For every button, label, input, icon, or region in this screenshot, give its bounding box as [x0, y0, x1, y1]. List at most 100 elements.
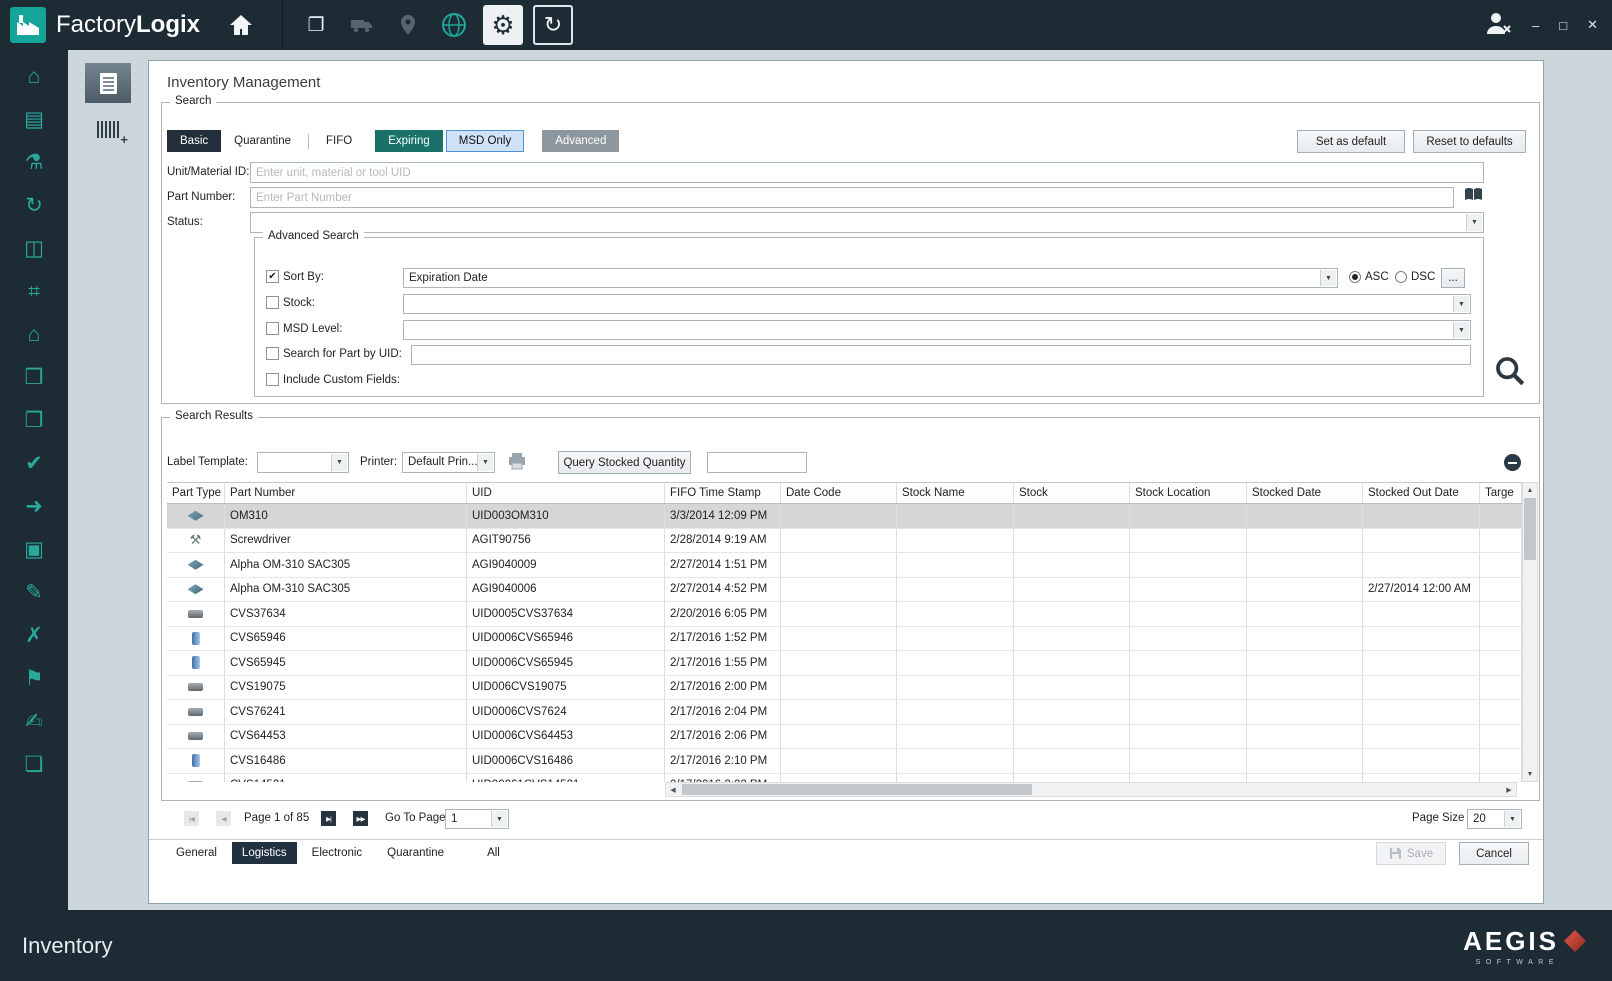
materials-icon[interactable]: ▤: [11, 103, 57, 136]
logout-user-icon[interactable]: [1484, 10, 1512, 41]
column-header[interactable]: UID: [467, 483, 665, 503]
column-header[interactable]: Stocked Out Date: [1363, 483, 1480, 503]
msd-level-select[interactable]: [403, 320, 1471, 340]
scroll-left-icon[interactable]: ◀: [666, 783, 680, 796]
go-to-page-select[interactable]: 1: [445, 809, 509, 829]
table-row[interactable]: OM310 UID003OM310 3/3/2014 12:09 PM: [167, 504, 1522, 529]
column-header[interactable]: Stock Location: [1130, 483, 1247, 503]
print-icon[interactable]: [507, 452, 527, 475]
cancel-button[interactable]: Cancel: [1459, 842, 1529, 865]
search-magnifier-button[interactable]: [1492, 353, 1528, 389]
printer-select[interactable]: Default Prin...: [402, 452, 495, 473]
table-row[interactable]: CVS16486 UID0006CVS16486 2/17/2016 2:10 …: [167, 749, 1522, 774]
label-template-select[interactable]: [257, 452, 349, 473]
part-lookup-icon[interactable]: [1464, 187, 1483, 208]
prev-page-button[interactable]: ◀: [216, 811, 231, 826]
dsc-radio[interactable]: [1395, 271, 1407, 283]
process-icon[interactable]: ⚗: [11, 146, 57, 179]
column-header[interactable]: Part Number: [225, 483, 467, 503]
table-row[interactable]: CVS76241 UID0006CVS7624 2/17/2016 2:04 P…: [167, 700, 1522, 725]
verify-icon[interactable]: ✔: [11, 447, 57, 480]
asc-radio[interactable]: [1349, 271, 1361, 283]
monitor-icon[interactable]: ◫: [11, 232, 57, 265]
history-refresh-icon[interactable]: ↻: [533, 5, 574, 45]
home-button[interactable]: [228, 13, 254, 37]
library-icon[interactable]: ❒: [11, 361, 57, 394]
column-header[interactable]: Part Type: [167, 483, 225, 503]
save-button[interactable]: Save: [1376, 842, 1446, 865]
scroll-up-icon[interactable]: ▲: [1523, 483, 1537, 497]
import-icon[interactable]: ➜: [11, 490, 57, 523]
badge-icon[interactable]: ▣: [11, 533, 57, 566]
tab-quarantine[interactable]: Quarantine: [221, 130, 304, 152]
tag-icon[interactable]: ⚑: [11, 662, 57, 695]
column-header[interactable]: Stock: [1014, 483, 1130, 503]
settings-gear-icon[interactable]: ⚙: [483, 5, 524, 45]
reports-icon[interactable]: ❏: [11, 748, 57, 781]
barcode-add-button[interactable]: [85, 109, 131, 149]
tab-divider[interactable]: [308, 133, 310, 149]
tab-quarantine-results[interactable]: Quarantine: [377, 842, 454, 864]
status-select[interactable]: [250, 212, 1484, 233]
warehouse-icon[interactable]: ⌂: [11, 318, 57, 351]
tab-advanced[interactable]: Advanced: [542, 130, 620, 152]
stock-checkbox[interactable]: [266, 296, 279, 309]
table-row[interactable]: CVS37634 UID0005CVS37634 2/20/2016 6:05 …: [167, 602, 1522, 627]
tab-msd-only[interactable]: MSD Only: [445, 130, 525, 152]
collapse-icon[interactable]: [1504, 454, 1521, 471]
column-header[interactable]: Stocked Date: [1247, 483, 1363, 503]
close-button[interactable]: ✕: [1587, 17, 1598, 33]
table-row[interactable]: Alpha OM-310 SAC305 AGI9040006 2/27/2014…: [167, 577, 1522, 602]
unit-material-id-input[interactable]: [250, 162, 1484, 183]
vertical-scrollbar[interactable]: ▲ ▼: [1522, 482, 1538, 782]
scroll-down-icon[interactable]: ▼: [1523, 767, 1537, 781]
documents-icon[interactable]: ❐: [11, 404, 57, 437]
inventory-module-button[interactable]: [85, 63, 131, 103]
location-pin-icon[interactable]: [393, 9, 423, 41]
column-header[interactable]: FIFO Time Stamp: [665, 483, 781, 503]
part-number-input[interactable]: [250, 187, 1454, 208]
minimize-button[interactable]: –: [1532, 18, 1539, 33]
include-custom-fields-checkbox[interactable]: [266, 373, 279, 386]
tab-expiring[interactable]: Expiring: [375, 130, 443, 152]
table-row[interactable]: CVS14521 UID00061CVS14521 2/17/2016 2:22…: [167, 773, 1522, 782]
sort-more-button[interactable]: ...: [1441, 268, 1465, 288]
stock-select[interactable]: [403, 294, 1471, 314]
next-page-button[interactable]: ▶|: [321, 811, 336, 826]
tab-fifo[interactable]: FIFO: [313, 130, 365, 152]
sort-by-select[interactable]: Expiration Date: [403, 268, 1338, 288]
remove-document-icon[interactable]: ✗: [11, 619, 57, 652]
sort-by-checkbox[interactable]: [266, 270, 279, 283]
tab-electronic[interactable]: Electronic: [302, 842, 373, 864]
tab-general[interactable]: General: [166, 842, 227, 864]
tab-all[interactable]: All: [477, 842, 510, 864]
column-header[interactable]: Date Code: [781, 483, 897, 503]
horizontal-scroll-thumb[interactable]: [682, 784, 1032, 795]
scroll-right-icon[interactable]: ▶: [1502, 783, 1516, 796]
search-part-by-uid-checkbox[interactable]: [266, 347, 279, 360]
truck-icon[interactable]: [347, 9, 377, 41]
table-row[interactable]: CVS65945 UID0006CVS65945 2/17/2016 1:55 …: [167, 651, 1522, 676]
table-row[interactable]: CVS64453 UID0006CVS64453 2/17/2016 2:06 …: [167, 724, 1522, 749]
horizontal-scrollbar[interactable]: ◀ ▶: [665, 782, 1517, 797]
last-page-button[interactable]: ▶▶: [353, 811, 368, 826]
maximize-button[interactable]: □: [1559, 18, 1567, 33]
tab-basic[interactable]: Basic: [167, 130, 222, 152]
table-row[interactable]: CVS65946 UID0006CVS65946 2/17/2016 1:52 …: [167, 626, 1522, 651]
first-page-button[interactable]: |◀: [184, 811, 199, 826]
tab-logistics[interactable]: Logistics: [231, 842, 297, 864]
data-search-icon[interactable]: ⌗: [11, 275, 57, 308]
set-as-default-button[interactable]: Set as default: [1297, 130, 1405, 153]
vertical-scroll-thumb[interactable]: [1524, 498, 1536, 560]
column-header[interactable]: Stock Name: [897, 483, 1014, 503]
edit-document-icon[interactable]: ✎: [11, 576, 57, 609]
globe-icon[interactable]: [439, 9, 469, 41]
part-uid-input[interactable]: [411, 345, 1471, 365]
page-size-select[interactable]: 20: [1467, 809, 1522, 829]
table-row[interactable]: CVS19075 UID006CVS19075 2/17/2016 2:00 P…: [167, 675, 1522, 700]
user-edit-icon[interactable]: ✍: [11, 705, 57, 738]
sync-icon[interactable]: ↻: [11, 189, 57, 222]
msd-level-checkbox[interactable]: [266, 322, 279, 335]
layers-icon[interactable]: ❐: [301, 9, 331, 41]
table-row[interactable]: Alpha OM-310 SAC305 AGI9040009 2/27/2014…: [167, 553, 1522, 578]
